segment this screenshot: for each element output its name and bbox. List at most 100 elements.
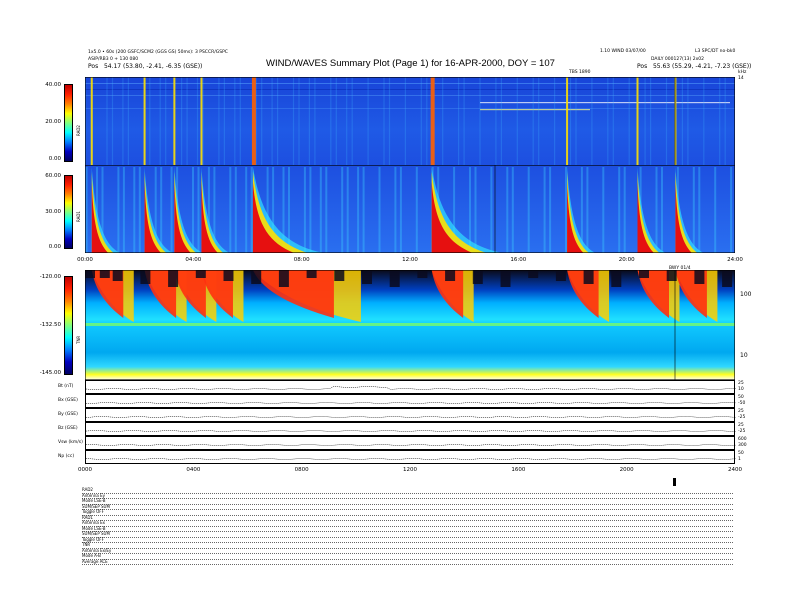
rad2-streak: [202, 77, 204, 165]
time-series-panel: [85, 450, 737, 464]
pos-label-right: Pos: [637, 63, 648, 70]
rad2-streak: [111, 77, 114, 165]
rad1-streak: [378, 167, 381, 253]
time-series-right-tick: 300: [738, 443, 747, 448]
rad2-rad1-divider: [85, 165, 735, 166]
time-series-panel: [85, 422, 736, 436]
rad2-streak: [681, 77, 683, 165]
header-right-line1b: L3 SPC/DT no-bk0: [695, 49, 736, 54]
time-series-label: By (GSE): [58, 412, 78, 417]
info-label: Mode LSE-B: [82, 525, 106, 531]
pos-label-left: Pos: [88, 63, 99, 70]
tnr-dark-patch: [140, 270, 151, 284]
rad2-streak: [612, 77, 614, 165]
rad1-streak: [250, 167, 253, 253]
rad2-streak: [426, 77, 428, 165]
rad2-streak: [607, 77, 609, 165]
time-series-label: Bt (nT): [58, 384, 74, 389]
rad1-streak: [714, 167, 717, 253]
rad2-streak: [223, 77, 225, 165]
tnr-dark-patch: [334, 270, 345, 281]
time-series-right-tick: 25: [738, 409, 744, 414]
rad2-streak: [703, 77, 705, 165]
rad1-streak: [117, 167, 120, 253]
rad1-streak: [586, 167, 589, 253]
rad2-streak: [196, 77, 199, 165]
info-label: TNR: [82, 542, 91, 547]
rad2-streak: [298, 77, 300, 165]
rad1-streak: [698, 167, 701, 253]
rad2-streak: [383, 77, 385, 165]
rad2-streak: [159, 77, 161, 165]
info-label: RAD2: [82, 487, 93, 492]
rad1-streak: [511, 167, 514, 253]
rad-spectrogram: [85, 77, 735, 253]
rad1-streak: [122, 167, 125, 253]
info-label: Toggle OFF: [82, 509, 104, 514]
info-label: RAD1: [82, 514, 93, 520]
time-tick-top: 16:00: [510, 257, 527, 263]
info-label: SUM/SEP SUM: [82, 531, 110, 536]
rad2-streak: [106, 77, 108, 165]
info-label: Mode A-B: [82, 553, 101, 558]
header-right-line2: DAILY 000127(13) 2x02: [651, 57, 704, 62]
time-tick-bottom: 0800: [294, 467, 309, 473]
rad1-streak: [490, 167, 493, 253]
tnr-dark-patch: [417, 270, 428, 278]
time-series-right-tick: -25: [738, 429, 746, 434]
rad1-streak: [346, 167, 349, 253]
rad2-streak: [335, 77, 337, 165]
bottom-time-marker: [673, 478, 676, 486]
rad1-streak: [138, 167, 141, 253]
rad2-streak: [292, 77, 295, 165]
tnr-dark-patch: [223, 270, 234, 281]
rad1-streak: [319, 167, 322, 253]
rad2-right-tick: 14: [738, 76, 744, 81]
rad2-streak: [687, 77, 689, 165]
time-tick-top: 00:00: [77, 257, 93, 263]
time-tick-bottom: 0400: [186, 467, 201, 473]
time-tick-bottom: 2000: [619, 467, 634, 473]
page-title: WIND/WAVES Summary Plot (Page 1) for 16-…: [266, 58, 555, 69]
info-label: Average ACE: [82, 558, 108, 564]
rad2-streak: [218, 77, 220, 165]
rad1-streak: [661, 167, 663, 253]
info-row: [82, 559, 733, 565]
rad2-burst: [173, 77, 176, 165]
rad2-streak: [665, 77, 668, 165]
rad2-burst: [200, 77, 203, 165]
rad2-streak: [458, 77, 460, 165]
tnr-dark-patch: [611, 270, 622, 287]
time-tick-top: 20:00: [618, 257, 635, 263]
tnr-colorbar-label: TNR: [76, 335, 81, 344]
tnr-dark-patch: [389, 270, 400, 287]
rad1-tick-mid: 30.00: [45, 209, 61, 215]
info-label: SUM/SEP SUM: [82, 503, 110, 509]
tnr-right-tick-100: 100: [740, 291, 752, 298]
rad2-burst: [251, 77, 256, 165]
rad2-streak: [314, 77, 316, 165]
tnr-tick-min: -145.00: [39, 370, 61, 376]
rad2-streak: [388, 77, 391, 165]
rad2-colorbar-label: RAD2: [76, 125, 81, 136]
tnr-dark-patch: [722, 270, 733, 287]
tnr-dark-patch: [168, 270, 179, 287]
tnr-dark-patch: [472, 270, 483, 284]
time-series-trace: [85, 458, 737, 460]
tnr-plasma-line: [85, 323, 735, 326]
rad1-streak: [170, 167, 173, 253]
tnr-dark-patch: [85, 270, 95, 278]
time-series-panel: [85, 436, 737, 450]
rad2-streak: [149, 77, 151, 165]
rad1-streak: [527, 167, 530, 253]
rad1-streak: [655, 167, 658, 253]
time-tick-bottom: 2400: [728, 467, 742, 473]
tnr-right-tick-10: 10: [740, 352, 748, 359]
rad1-streak: [692, 167, 695, 253]
rad2-streak: [330, 77, 332, 165]
info-label: Antenna Ex: [82, 520, 105, 525]
rad1-colorbar-label: RAD1: [76, 211, 81, 222]
tnr-dark-patch: [639, 270, 649, 278]
rad2-burst: [566, 77, 569, 165]
rad2-colorbar: [64, 84, 73, 162]
